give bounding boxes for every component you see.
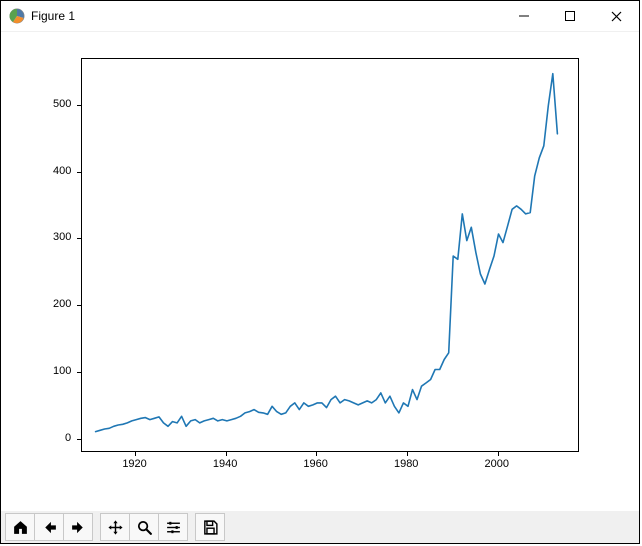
x-tick-label: 1920 (122, 458, 146, 470)
plot-area (81, 58, 579, 452)
y-tick-label: 400 (53, 165, 71, 177)
forward-button[interactable] (63, 513, 93, 541)
maximize-icon (565, 11, 575, 21)
y-tick (77, 238, 81, 239)
window-title: Figure 1 (31, 9, 75, 23)
maximize-button[interactable] (547, 1, 593, 31)
x-tick (498, 452, 499, 456)
minimize-button[interactable] (501, 1, 547, 31)
y-tick (77, 439, 81, 440)
chart-canvas[interactable]: 0 100 200 300 400 500 1920 1940 1960 1980 2000 (1, 32, 639, 511)
save-button[interactable] (195, 513, 225, 541)
sliders-icon (165, 519, 182, 536)
nav-toolbar (1, 511, 639, 543)
home-button[interactable] (5, 513, 35, 541)
arrow-right-icon (70, 519, 87, 536)
line-series (82, 59, 580, 453)
home-icon (12, 519, 29, 536)
x-tick (226, 452, 227, 456)
titlebar: Figure 1 (1, 1, 639, 32)
save-icon (202, 519, 219, 536)
close-button[interactable] (593, 1, 639, 31)
configure-button[interactable] (158, 513, 188, 541)
y-tick (77, 372, 81, 373)
figure-window: Figure 1 0 100 200 300 400 500 1920 1940 1960 198… (0, 0, 640, 544)
y-tick-label: 200 (53, 298, 71, 310)
close-icon (611, 11, 622, 22)
x-tick (407, 452, 408, 456)
x-tick-label: 2000 (485, 458, 509, 470)
x-tick (316, 452, 317, 456)
x-tick (135, 452, 136, 456)
y-tick (77, 105, 81, 106)
y-tick-label: 100 (53, 365, 71, 377)
x-tick-label: 1960 (303, 458, 327, 470)
y-tick-label: 500 (53, 98, 71, 110)
pan-button[interactable] (100, 513, 130, 541)
move-icon (107, 519, 124, 536)
back-button[interactable] (34, 513, 64, 541)
y-tick (77, 172, 81, 173)
minimize-icon (519, 11, 529, 21)
y-tick-label: 300 (53, 231, 71, 243)
zoom-icon (136, 519, 153, 536)
x-tick-label: 1940 (213, 458, 237, 470)
y-tick (77, 305, 81, 306)
y-tick-label: 0 (65, 432, 71, 444)
x-tick-label: 1980 (394, 458, 418, 470)
zoom-button[interactable] (129, 513, 159, 541)
app-icon (9, 8, 25, 24)
arrow-left-icon (41, 519, 58, 536)
